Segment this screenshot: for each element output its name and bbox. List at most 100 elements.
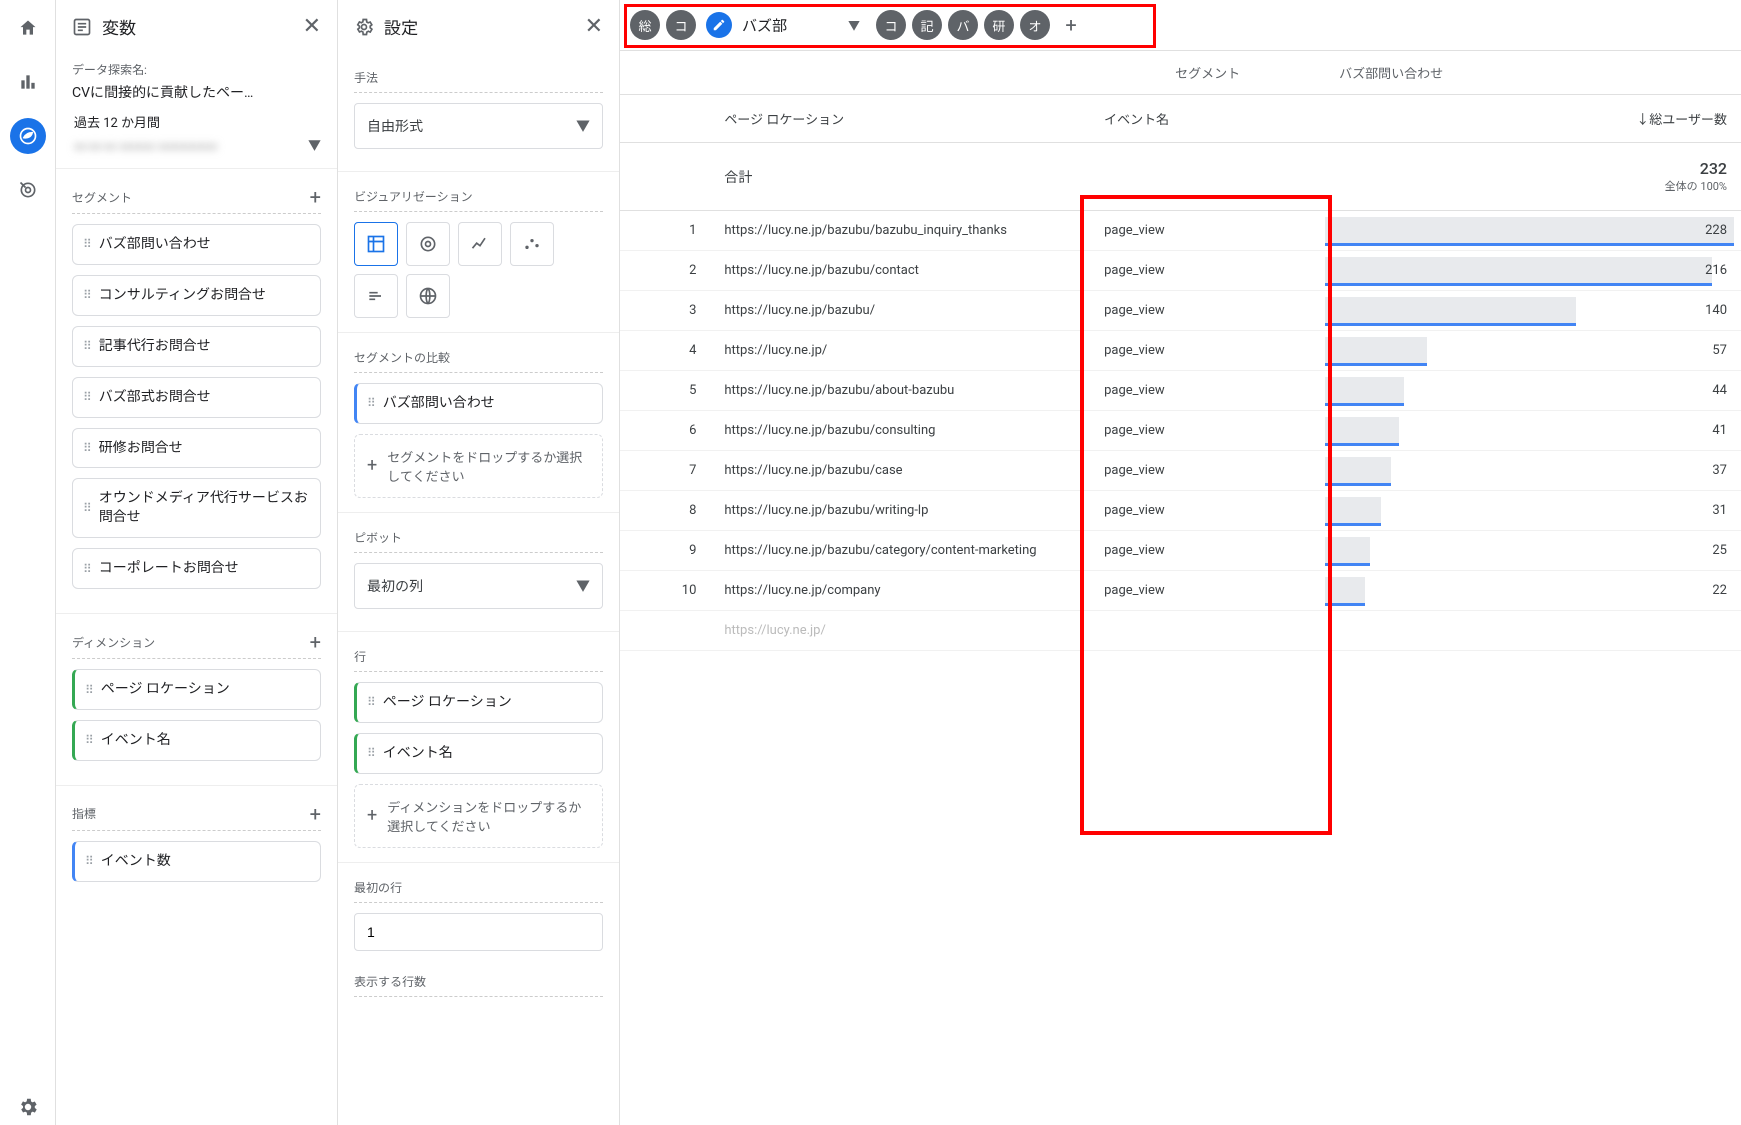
- close-settings-button[interactable]: ✕: [585, 14, 603, 39]
- close-variables-button[interactable]: ✕: [303, 14, 321, 39]
- tab-pill[interactable]: 総: [630, 10, 660, 40]
- tab-pill[interactable]: 記: [912, 10, 942, 40]
- tab-pill[interactable]: バ: [948, 10, 978, 40]
- chip-label: ページ ロケーション: [383, 693, 512, 712]
- explore-name-value[interactable]: CVに間接的に貢献したペー…: [72, 82, 321, 102]
- drag-handle-icon: ⠿: [83, 390, 89, 404]
- segment-chip[interactable]: ⠿バズ部式お問合せ: [72, 377, 321, 418]
- chip-label: ページ ロケーション: [101, 680, 230, 699]
- row-metric: 140: [1325, 291, 1741, 331]
- table-row[interactable]: 9https://lucy.ne.jp/bazubu/category/cont…: [620, 531, 1741, 571]
- settings-title: 設定: [384, 14, 575, 39]
- segment-chip[interactable]: ⠿コンサルティングお問合せ: [72, 275, 321, 316]
- table-row[interactable]: 2https://lucy.ne.jp/bazubu/contactpage_v…: [620, 251, 1741, 291]
- col-metric-header[interactable]: ↓総ユーザー数: [1325, 95, 1741, 143]
- segment-chip[interactable]: ⠿ 研修お問合せ: [72, 428, 321, 469]
- table-row[interactable]: 7https://lucy.ne.jp/bazubu/casepage_view…: [620, 451, 1741, 491]
- nav-advertising-icon[interactable]: [10, 172, 46, 208]
- row-metric: 25: [1325, 531, 1741, 571]
- chip-label: コーポレートお問合せ: [99, 559, 239, 578]
- row-event: page_view: [1090, 451, 1325, 491]
- row-page: https://lucy.ne.jp/bazubu/bazubu_inquiry…: [710, 211, 1090, 251]
- first-row-input[interactable]: [354, 913, 603, 951]
- tab-pill[interactable]: 研: [984, 10, 1014, 40]
- row-event: page_view: [1090, 211, 1325, 251]
- drag-handle-icon: ⠿: [367, 746, 373, 760]
- segment-chip[interactable]: ⠿記事代行お問合せ: [72, 326, 321, 367]
- viz-geo-button[interactable]: [406, 274, 450, 318]
- table-row[interactable]: 10https://lucy.ne.jp/companypage_view22: [620, 571, 1741, 611]
- table-row[interactable]: 6https://lucy.ne.jp/bazubu/consultingpag…: [620, 411, 1741, 451]
- segment-compare-chip[interactable]: ⠿ バズ部問い合わせ: [354, 383, 603, 424]
- viz-table-button[interactable]: [354, 222, 398, 266]
- chevron-down-icon[interactable]: ▼: [848, 17, 860, 34]
- row-event: page_view: [1090, 251, 1325, 291]
- segment-drop-zone[interactable]: + セグメントをドロップするか選択してください: [354, 434, 603, 498]
- chip-label: 研修お問合せ: [99, 439, 183, 458]
- date-range-picker[interactable]: 過去 12 か月間: [72, 102, 321, 135]
- technique-label: 手法: [354, 61, 603, 93]
- viz-donut-button[interactable]: [406, 222, 450, 266]
- drag-handle-icon: ⠿: [367, 695, 373, 709]
- table-row[interactable]: 4https://lucy.ne.jp/page_view57: [620, 331, 1741, 371]
- row-event: page_view: [1090, 531, 1325, 571]
- tab-pill[interactable]: オ: [1020, 10, 1050, 40]
- add-metric-button[interactable]: +: [310, 804, 321, 824]
- visualization-label: ビジュアリゼーション: [354, 180, 603, 212]
- rows-drop-zone[interactable]: + ディメンションをドロップするか選択してください: [354, 784, 603, 848]
- dimensions-heading: ディメンション: [72, 634, 155, 651]
- tab-pill[interactable]: コ: [876, 10, 906, 40]
- pivot-select[interactable]: 最初の列▼: [354, 563, 603, 609]
- table-row[interactable]: 5https://lucy.ne.jp/bazubu/about-bazubup…: [620, 371, 1741, 411]
- nav-explore-icon[interactable]: [10, 118, 46, 154]
- row-event: page_view: [1090, 411, 1325, 451]
- row-dimension-chip[interactable]: ⠿ イベント名: [354, 733, 603, 774]
- drag-handle-icon: ⠿: [83, 441, 89, 455]
- show-rows-label: 表示する行数: [354, 965, 603, 997]
- row-index: 5: [620, 371, 710, 411]
- col-event-header[interactable]: イベント名: [1090, 95, 1325, 143]
- total-label: 合計: [710, 143, 1090, 211]
- segment-value-header: バズ部問い合わせ: [1325, 51, 1741, 95]
- chip-label: イベント名: [383, 744, 453, 763]
- nav-admin-icon[interactable]: [10, 1089, 46, 1125]
- technique-select[interactable]: 自由形式▼: [354, 103, 603, 149]
- add-segment-button[interactable]: +: [310, 187, 321, 207]
- drag-handle-icon: ⠿: [85, 854, 91, 868]
- row-page: https://lucy.ne.jp/bazubu/case: [710, 451, 1090, 491]
- metrics-heading: 指標: [72, 805, 96, 822]
- row-event: page_view: [1090, 331, 1325, 371]
- table-row[interactable]: 1https://lucy.ne.jp/bazubu/bazubu_inquir…: [620, 211, 1741, 251]
- row-index: 10: [620, 571, 710, 611]
- row-index: 2: [620, 251, 710, 291]
- add-tab-button[interactable]: +: [1056, 10, 1086, 40]
- nav-reports-icon[interactable]: [10, 64, 46, 100]
- add-dimension-button[interactable]: +: [310, 632, 321, 652]
- viz-line-button[interactable]: [458, 222, 502, 266]
- col-page-header[interactable]: ページ ロケーション: [710, 95, 1090, 143]
- segment-chip[interactable]: ⠿ コーポレートお問合せ: [72, 548, 321, 589]
- results-table-wrap: セグメント バズ部問い合わせ ページ ロケーション イベント名 ↓総ユーザー数 …: [620, 51, 1741, 1125]
- row-page: https://lucy.ne.jp/bazubu/consulting: [710, 411, 1090, 451]
- dimension-chip[interactable]: ⠿イベント名: [72, 720, 321, 761]
- drag-handle-icon: ⠿: [85, 733, 91, 747]
- viz-bar-button[interactable]: [354, 274, 398, 318]
- row-dimension-chip[interactable]: ⠿ ページ ロケーション: [354, 682, 603, 723]
- nav-home-icon[interactable]: [10, 10, 46, 46]
- table-row[interactable]: 3https://lucy.ne.jp/bazubu/page_view140: [620, 291, 1741, 331]
- dimension-chip[interactable]: ⠿ページ ロケーション: [72, 669, 321, 710]
- row-metric: 41: [1325, 411, 1741, 451]
- viz-scatter-button[interactable]: [510, 222, 554, 266]
- metric-chip[interactable]: ⠿イベント数: [72, 841, 321, 882]
- active-tab[interactable]: バズ部 ▼: [702, 8, 870, 42]
- segment-compare-label: セグメントの比較: [354, 341, 603, 373]
- table-row[interactable]: 8https://lucy.ne.jp/bazubu/writing-lppag…: [620, 491, 1741, 531]
- tab-pill[interactable]: コ: [666, 10, 696, 40]
- drag-handle-icon: ⠿: [83, 562, 89, 576]
- settings-panel: 設定 ✕ 手法 自由形式▼ ビジュアリゼーション セグメントの比較 ⠿: [338, 0, 620, 1125]
- segment-chip[interactable]: ⠿バズ部問い合わせ: [72, 224, 321, 265]
- chip-label: オウンドメディア代行サービスお問合せ: [99, 489, 310, 527]
- chip-label: 記事代行お問合せ: [99, 337, 211, 356]
- segment-chip[interactable]: ⠿オウンドメディア代行サービスお問合せ: [72, 478, 321, 538]
- segment-header: セグメント: [1090, 51, 1325, 95]
